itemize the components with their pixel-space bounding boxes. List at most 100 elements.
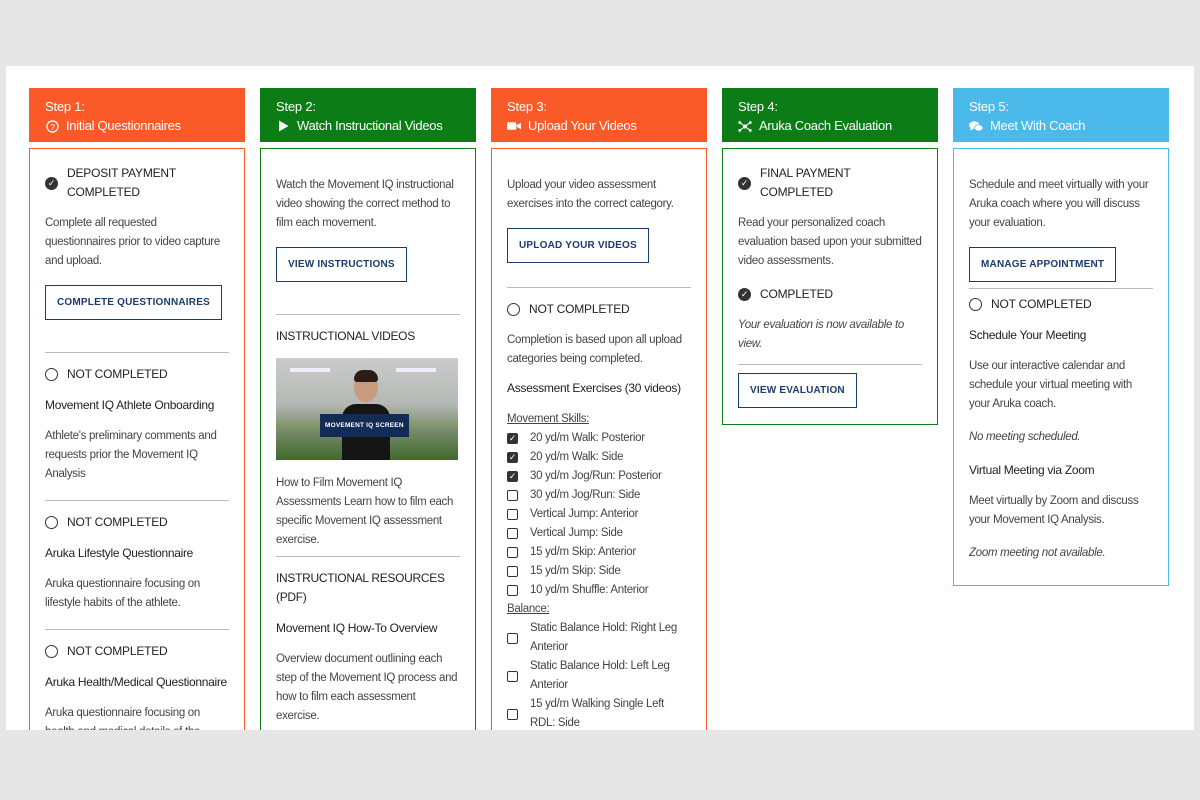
status-text: DEPOSIT PAYMENT COMPLETED xyxy=(67,166,176,199)
meeting-title: Schedule Your Meeting xyxy=(969,328,1087,342)
description: Schedule and meet virtually with your Ar… xyxy=(969,179,1149,229)
description: Upload your video assessment exercises i… xyxy=(507,179,674,210)
exercise-item[interactable]: 15 yd/m Skip: Side xyxy=(507,562,691,581)
exercise-label: Vertical Jump: Anterior xyxy=(530,508,639,520)
status-not-completed: NOT COMPLETED xyxy=(45,365,229,384)
questionnaire-title[interactable]: Movement IQ Athlete Onboarding xyxy=(45,396,229,415)
ceiling-light xyxy=(290,368,330,372)
check-circle-icon: ✓ xyxy=(738,176,751,190)
empty-circle-icon xyxy=(969,298,982,311)
exercise-label: 15 yd/m Walking Single Left RDL: Side xyxy=(530,698,665,729)
video-camera-icon xyxy=(507,119,521,133)
exercise-item[interactable]: Static Balance Hold: Left Leg Anterior xyxy=(507,657,691,695)
step-1-column: Step 1: ? Initial Questionnaires ✓ DEPOS… xyxy=(29,88,245,730)
checkbox[interactable] xyxy=(507,632,518,644)
exercise-item[interactable]: Vertical Jump: Side xyxy=(507,524,691,543)
questionnaire-title[interactable]: Aruka Lifestyle Questionnaire xyxy=(45,544,229,563)
divider xyxy=(45,500,229,501)
step-5-column: Step 5: Meet With Coach Schedule and mee… xyxy=(953,88,1169,586)
zoom-description: Meet virtually by Zoom and discuss your … xyxy=(969,495,1139,526)
step-2-column: Step 2: Watch Instructional Videos Watch… xyxy=(260,88,476,730)
step-5-header: Step 5: Meet With Coach xyxy=(953,88,1169,142)
exercise-item[interactable]: 15 yd/m Skip: Anterior xyxy=(507,543,691,562)
exercise-label: 20 yd/m Walk: Side xyxy=(530,451,624,463)
exercise-label: 15 yd/m Skip: Side xyxy=(530,565,621,577)
empty-circle-icon xyxy=(45,645,58,658)
exercise-item[interactable]: Static Balance Hold: Right Leg Anterior xyxy=(507,619,691,657)
upload-videos-button[interactable]: UPLOAD YOUR VIDEOS xyxy=(507,228,649,263)
empty-circle-icon xyxy=(45,368,58,381)
checkbox-checked[interactable]: ✓ xyxy=(507,471,518,482)
svg-text:?: ? xyxy=(50,121,55,131)
step-2-panel: Watch the Movement IQ instructional vide… xyxy=(260,148,476,730)
meeting-note: No meeting scheduled. xyxy=(969,431,1081,443)
exercises-title: Assessment Exercises (30 videos) xyxy=(507,381,681,395)
checkbox[interactable] xyxy=(507,528,518,539)
status-completed: ✓ FINAL PAYMENT COMPLETED xyxy=(738,164,922,202)
manage-appointment-button[interactable]: MANAGE APPOINTMENT xyxy=(969,247,1117,282)
step-label: Step 1: xyxy=(45,99,85,114)
complete-questionnaires-button[interactable]: COMPLETE QUESTIONNAIRES xyxy=(45,285,222,320)
resource-title[interactable]: Movement IQ How-To Overview xyxy=(276,619,460,638)
questionnaire-description: Aruka questionnaire focusing on lifestyl… xyxy=(45,578,201,609)
checkbox[interactable] xyxy=(507,585,518,596)
status-not-completed: NOT COMPLETED xyxy=(507,300,691,319)
exercise-item[interactable]: 15 yd/m Walking Single Left RDL: Side xyxy=(507,695,691,730)
step-title: Upload Your Videos xyxy=(528,118,637,133)
view-evaluation-button[interactable]: VIEW EVALUATION xyxy=(738,373,857,408)
checkbox-checked[interactable]: ✓ xyxy=(507,452,518,463)
checkbox-checked[interactable]: ✓ xyxy=(507,433,518,444)
group-label-movement-skills: Movement Skills: xyxy=(507,413,590,425)
checkbox[interactable] xyxy=(507,708,518,720)
step-3-column: Step 3: Upload Your Videos Upload your v… xyxy=(491,88,707,730)
exercise-item[interactable]: 30 yd/m Jog/Run: Side xyxy=(507,486,691,505)
video-thumbnail[interactable]: MOVEMENT IQ SCREEN xyxy=(276,358,458,460)
meeting-description: Use our interactive calendar and schedul… xyxy=(969,360,1133,410)
step-title: Watch Instructional Videos xyxy=(297,118,443,133)
checkbox[interactable] xyxy=(507,547,518,558)
status-text: NOT COMPLETED xyxy=(67,367,168,381)
play-icon xyxy=(276,119,290,133)
divider xyxy=(276,556,460,557)
step-title: Initial Questionnaires xyxy=(66,118,181,133)
page-canvas: Step 1: ? Initial Questionnaires ✓ DEPOS… xyxy=(6,66,1194,730)
description: Read your personalized coach evaluation … xyxy=(738,217,922,267)
exercise-item[interactable]: ✓ 20 yd/m Walk: Side xyxy=(507,448,691,467)
exercise-item[interactable]: ✓ 20 yd/m Walk: Posterior xyxy=(507,429,691,448)
completion-note: Completion is based upon all upload cate… xyxy=(507,334,682,365)
divider xyxy=(45,352,229,353)
step-3-panel: Upload your video assessment exercises i… xyxy=(491,148,707,730)
exercise-item[interactable]: 10 yd/m Shuffle: Anterior xyxy=(507,581,691,600)
empty-circle-icon xyxy=(507,303,520,316)
step-4-panel: ✓ FINAL PAYMENT COMPLETED Read your pers… xyxy=(722,148,938,425)
video-caption: How to Film Movement IQ Assessments Lear… xyxy=(276,477,454,546)
video-overlay-caption: MOVEMENT IQ SCREEN xyxy=(320,414,409,437)
view-instructions-button[interactable]: VIEW INSTRUCTIONS xyxy=(276,247,407,282)
exercise-label: 15 yd/m Skip: Anterior xyxy=(530,546,636,558)
status-completed: ✓ DEPOSIT PAYMENT COMPLETED xyxy=(45,164,229,202)
step-2-header: Step 2: Watch Instructional Videos xyxy=(260,88,476,142)
checkbox[interactable] xyxy=(507,566,518,577)
step-1-header: Step 1: ? Initial Questionnaires xyxy=(29,88,245,142)
questionnaire-description: Athlete's preliminary comments and reque… xyxy=(45,430,217,480)
check-circle-icon: ✓ xyxy=(738,288,751,301)
section-heading: INSTRUCTIONAL VIDEOS xyxy=(276,329,415,343)
status-text: NOT COMPLETED xyxy=(991,297,1092,311)
checkbox[interactable] xyxy=(507,509,518,520)
exercise-label: 30 yd/m Jog/Run: Side xyxy=(530,489,641,501)
step-label: Step 5: xyxy=(969,99,1009,114)
chat-bubbles-icon xyxy=(969,119,983,133)
status-text: COMPLETED xyxy=(760,287,833,301)
divider xyxy=(45,629,229,630)
exercise-item[interactable]: Vertical Jump: Anterior xyxy=(507,505,691,524)
status-text: NOT COMPLETED xyxy=(67,644,168,658)
exercise-item[interactable]: ✓ 30 yd/m Jog/Run: Posterior xyxy=(507,467,691,486)
status-not-completed: NOT COMPLETED xyxy=(45,642,229,661)
divider xyxy=(276,314,460,315)
checkbox[interactable] xyxy=(507,670,518,682)
network-nodes-icon xyxy=(738,119,752,133)
step-label: Step 4: xyxy=(738,99,778,114)
checkbox[interactable] xyxy=(507,490,518,501)
divider xyxy=(738,364,922,365)
questionnaire-title[interactable]: Aruka Health/Medical Questionnaire xyxy=(45,673,229,692)
